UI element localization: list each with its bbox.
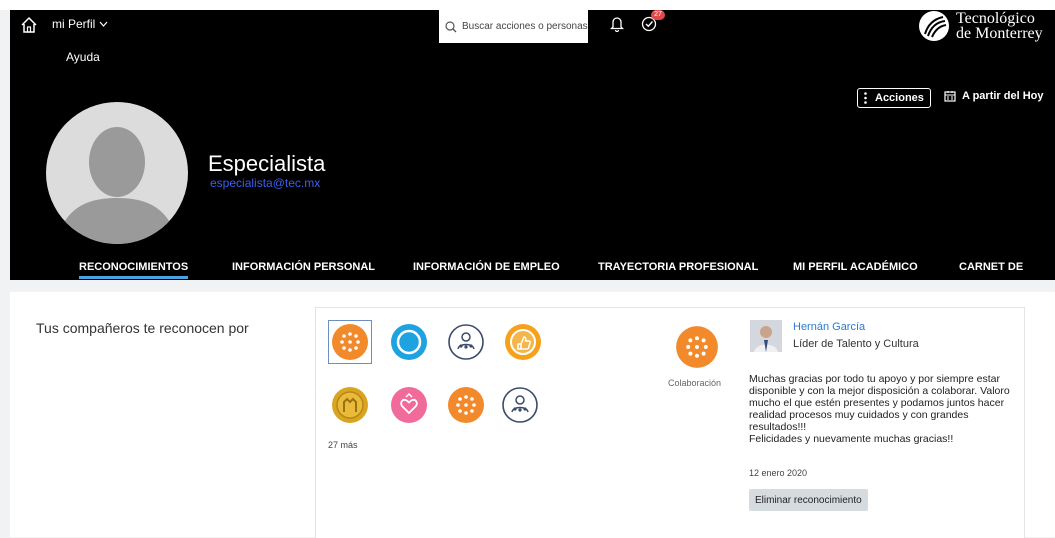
tab-informacion-personal[interactable]: INFORMACIÓN PERSONAL (232, 261, 375, 273)
recognition-intro: Tus compañeros te reconocen por (36, 320, 249, 336)
tab-mi-perfil-academico[interactable]: MI PERFIL ACADÉMICO (793, 261, 918, 273)
logo-line-2: de Monterrey (956, 25, 1043, 42)
bell-icon[interactable] (609, 16, 625, 37)
home-icon[interactable] (20, 16, 42, 38)
avatar[interactable] (46, 102, 188, 244)
actions-button[interactable]: Acciones (857, 88, 931, 108)
top-strip (0, 0, 1055, 10)
tab-informacion-de-empleo[interactable]: INFORMACIÓN DE EMPLEO (413, 261, 560, 273)
selected-collaboration-badge-icon (675, 325, 718, 368)
coin-badge-icon[interactable] (330, 385, 370, 425)
date-selector[interactable]: A partir del Hoy (944, 90, 1044, 102)
profile-menu[interactable]: mi Perfil (52, 17, 108, 31)
recognition-date: 12 enero 2020 (749, 468, 808, 478)
more-vertical-icon (864, 92, 867, 104)
search-placeholder: Buscar acciones o personas (462, 21, 588, 32)
circle-badge-icon[interactable] (389, 322, 429, 362)
delete-recognition-button[interactable]: Eliminar reconocimiento (749, 489, 868, 511)
selected-badge-label: Colaboración (668, 378, 722, 388)
notification-badge: 27 (651, 10, 665, 20)
logo-line-1: Tecnológico (956, 10, 1035, 27)
actions-label: Acciones (875, 92, 924, 104)
search-icon (445, 20, 457, 32)
collaboration-badge-icon[interactable] (330, 322, 370, 362)
collaboration-badge-icon[interactable] (446, 385, 486, 425)
tab-carnet[interactable]: CARNET DE (959, 261, 1023, 273)
heart-hand-badge-icon[interactable] (389, 385, 429, 425)
more-badges-link[interactable]: 27 más (328, 440, 358, 450)
profile-name: Especialista (208, 151, 326, 176)
profile-email[interactable]: especialista@tec.mx (210, 176, 320, 190)
people-badge-icon[interactable] (500, 385, 540, 425)
tab-trayectoria-profesional[interactable]: TRAYECTORIA PROFESIONAL (598, 261, 758, 273)
tec-logo-icon (919, 11, 949, 41)
tec-logo: Tecnológico de Monterrey (918, 10, 1043, 42)
giver-avatar[interactable] (750, 320, 782, 352)
people-badge-icon[interactable] (446, 322, 486, 362)
giver-role: Líder de Talento y Cultura (793, 338, 919, 350)
tab-reconocimientos[interactable]: RECONOCIMIENTOS (79, 261, 189, 279)
date-selector-label: A partir del Hoy (962, 90, 1044, 102)
search-input[interactable]: Buscar acciones o personas (439, 10, 588, 43)
chevron-down-icon (99, 21, 108, 27)
user-silhouette-icon (56, 127, 178, 244)
profile-menu-label: mi Perfil (52, 17, 96, 31)
thumbs-up-badge-icon[interactable] (503, 322, 543, 362)
recognition-message: Muchas gracias por todo tu apoyo y por s… (749, 373, 1010, 445)
calendar-icon (944, 91, 956, 102)
help-link[interactable]: Ayuda (66, 50, 100, 64)
giver-name[interactable]: Hernán García (793, 321, 865, 333)
